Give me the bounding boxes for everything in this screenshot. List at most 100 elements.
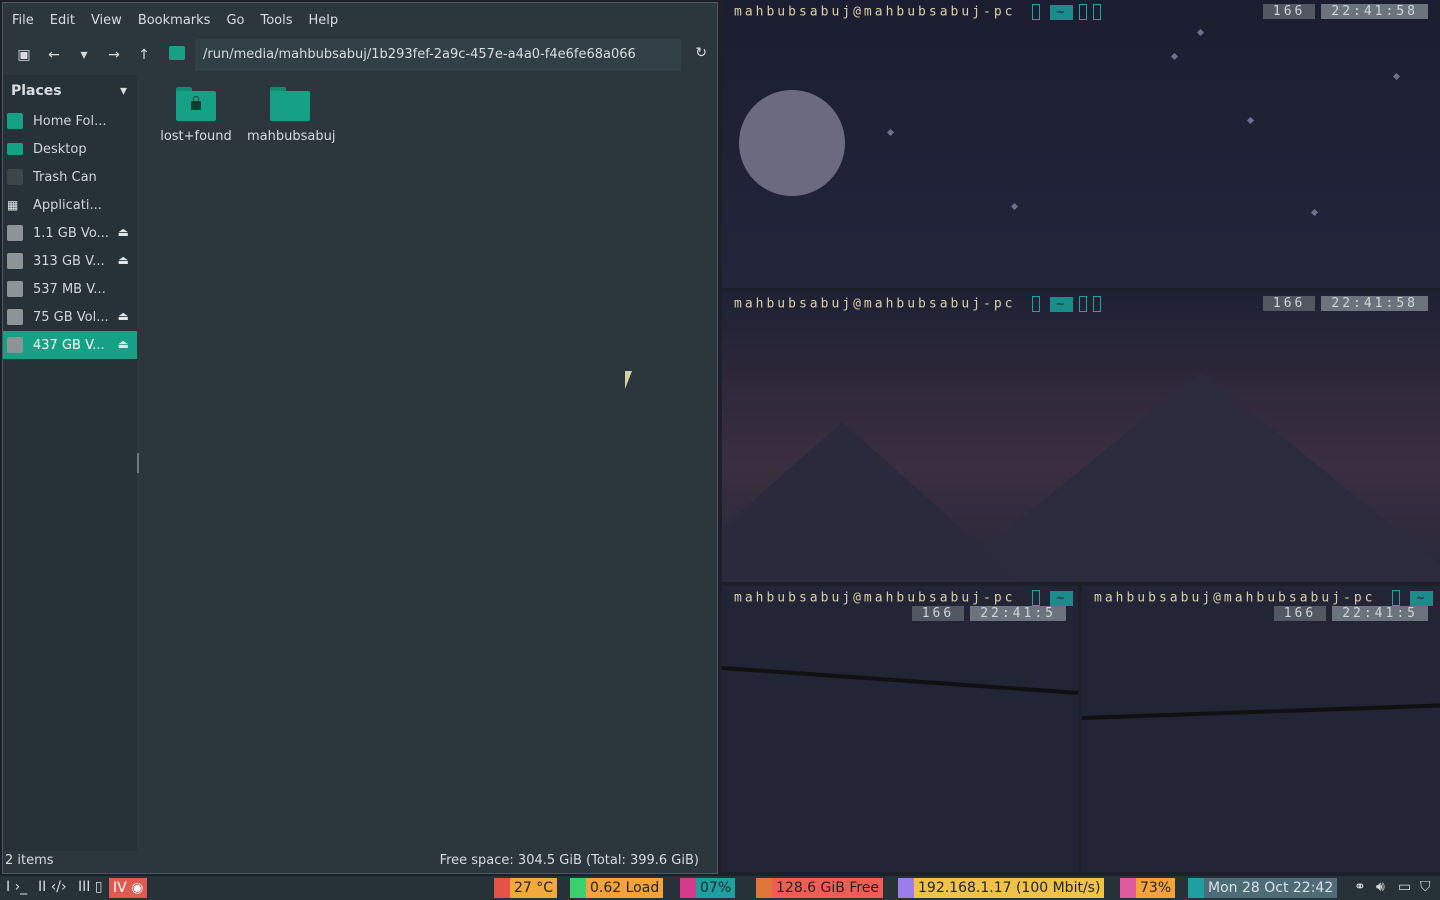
wire-shape [722,666,1078,721]
places-sidebar: Places ▾ Home Fol... Desktop Trash Can ▦… [3,75,137,851]
forward-arrow-icon[interactable]: → [99,40,129,70]
star-icon [886,128,895,137]
glyph-box [1079,296,1088,312]
eject-icon[interactable]: ⏏ [118,253,129,267]
sidebar-item-label: Home Fol... [33,113,107,129]
menu-view[interactable]: View [86,13,127,28]
folder-label: lost+found [160,129,232,144]
menu-edit[interactable]: Edit [45,13,80,28]
cpu-indicator: 07% [680,878,736,898]
desktop-icon [7,143,23,155]
volume-icon[interactable]: 🔊︎ [1376,879,1385,895]
sidebar-item-label: 313 GB V... [33,253,105,269]
history-dropdown-icon[interactable]: ▾ [69,40,99,70]
load-icon [570,878,586,898]
terminal-clock: 22:41:5 [1332,606,1428,621]
menu-file[interactable]: File [7,13,39,28]
terminal-launcher-icon[interactable]: I ›_ [6,879,27,895]
star-icon [1196,28,1205,37]
glyph-box [1032,4,1041,20]
bottom-panel: I ›_ II ‹/› III ▯ IV ◉ 27 °C 0.62 Load 0… [0,876,1440,900]
wire-shape [1082,690,1440,720]
sidebar-item-volume-2[interactable]: 313 GB V... ⏏ [3,247,137,275]
menu-tools[interactable]: Tools [255,13,297,28]
workspace-label: IV [113,880,127,896]
terminal-status: 166 22:41:58 [1262,296,1428,311]
terminal-prompt: mahbubsabuj@mahbubsabuj-pc ~ [734,590,1074,606]
terminal-prompt: mahbubsabuj@mahbubsabuj-pc ~ [734,4,1102,20]
home-icon [7,113,23,129]
trash-icon [7,169,23,185]
menu-go[interactable]: Go [221,13,249,28]
drive-icon [7,225,23,241]
terminal-bottom-right[interactable]: mahbubsabuj@mahbubsabuj-pc ~ 166 22:41:5 [1082,586,1440,872]
thermometer-icon [494,878,510,898]
datetime-value: Mon 28 Oct 22:42 [1208,880,1334,896]
sidebar-item-trash[interactable]: Trash Can [3,163,137,191]
path-input[interactable]: /run/media/mahbubsabuj/1b293fef-2a9c-457… [195,39,681,71]
sidebar-item-label: Trash Can [33,169,97,185]
up-arrow-icon[interactable]: ↑ [129,40,159,70]
folder-item[interactable]: mahbubsabuj [247,87,335,144]
places-header[interactable]: Places ▾ [3,75,137,107]
mouse-cursor-icon [625,371,632,389]
workspace-indicator[interactable]: IV ◉ [109,878,148,898]
shield-icon[interactable]: ⛉ [1420,879,1431,895]
home-folder-icon[interactable] [169,46,185,60]
sidebar-item-volume-4[interactable]: 75 GB Vol... ⏏ [3,303,137,331]
history-count: 166 [1262,4,1316,19]
terminal-clock: 22:41:58 [1321,4,1428,19]
star-icon [1310,208,1319,217]
reload-icon[interactable]: ↻ [695,45,707,61]
folder-icon [270,87,310,121]
battery-value: 73% [1140,880,1172,896]
glyph-box [1392,590,1401,606]
terminal-prompt: mahbubsabuj@mahbubsabuj-pc ~ [734,296,1102,312]
file-manager-window: File Edit View Bookmarks Go Tools Help ▣… [2,2,718,874]
glyph-box [1032,590,1041,606]
terminal-clock: 22:41:58 [1321,296,1428,311]
sidebar-item-volume-5[interactable]: 437 GB V... ⏏ [3,331,137,359]
datetime-indicator[interactable]: Mon 28 Oct 22:42 [1188,878,1338,898]
menubar: File Edit View Bookmarks Go Tools Help [3,3,717,37]
chevron-down-icon[interactable]: ▾ [120,83,127,99]
star-icon [1010,202,1019,211]
terminal-status: 166 22:41:58 [1262,4,1428,19]
back-arrow-icon[interactable]: ← [39,40,69,70]
terminal-prompt: mahbubsabuj@mahbubsabuj-pc ~ [1094,590,1434,606]
code-editor-icon[interactable]: II ‹/› [38,879,67,895]
sidebar-item-applications[interactable]: ▦ Applicati... [3,191,137,219]
sidebar-item-label: 537 MB V... [33,281,106,297]
item-count: 2 items [5,853,54,868]
drive-icon [7,309,23,325]
temperature-value: 27 °C [514,880,554,896]
star-icon [1246,116,1255,125]
eject-icon[interactable]: ⏏ [118,337,129,351]
display-icon[interactable]: ▭ [1398,879,1411,895]
cwd-badge: ~ [1050,590,1074,606]
sidebar-item-home[interactable]: Home Fol... [3,107,137,135]
eject-icon[interactable]: ⏏ [118,225,129,239]
terminal-status: 166 22:41:5 [1273,606,1428,621]
eject-icon[interactable]: ⏏ [118,309,129,323]
menu-help[interactable]: Help [304,13,344,28]
sidebar-item-volume-3[interactable]: 537 MB V... [3,275,137,303]
sidebar-item-desktop[interactable]: Desktop [3,135,137,163]
terminal-top[interactable]: mahbubsabuj@mahbubsabuj-pc ~ 166 22:41:58 [722,0,1440,288]
menu-bookmarks[interactable]: Bookmarks [133,13,216,28]
terminal-bottom-left[interactable]: mahbubsabuj@mahbubsabuj-pc ~ 166 22:41:5 [722,586,1078,872]
link-icon[interactable]: ⚭ [1354,879,1366,895]
new-tab-icon[interactable]: ▣ [9,40,39,70]
files-launcher-icon[interactable]: III ▯ [78,879,103,895]
terminal-middle[interactable]: mahbubsabuj@mahbubsabuj-pc ~ 166 22:41:58 [722,292,1440,582]
mountain-shape [722,422,1022,582]
glyph-box [1093,296,1102,312]
sidebar-item-label: Desktop [33,141,87,157]
battery-icon [1120,878,1136,898]
file-view[interactable]: lost+found mahbubsabuj [139,75,717,851]
folder-item[interactable]: lost+found [153,87,239,144]
sidebar-item-label: 1.1 GB Vo... [33,225,109,241]
load-indicator: 0.62 Load [570,878,664,898]
sidebar-item-label: 437 GB V... [33,337,105,353]
sidebar-item-volume-1[interactable]: 1.1 GB Vo... ⏏ [3,219,137,247]
